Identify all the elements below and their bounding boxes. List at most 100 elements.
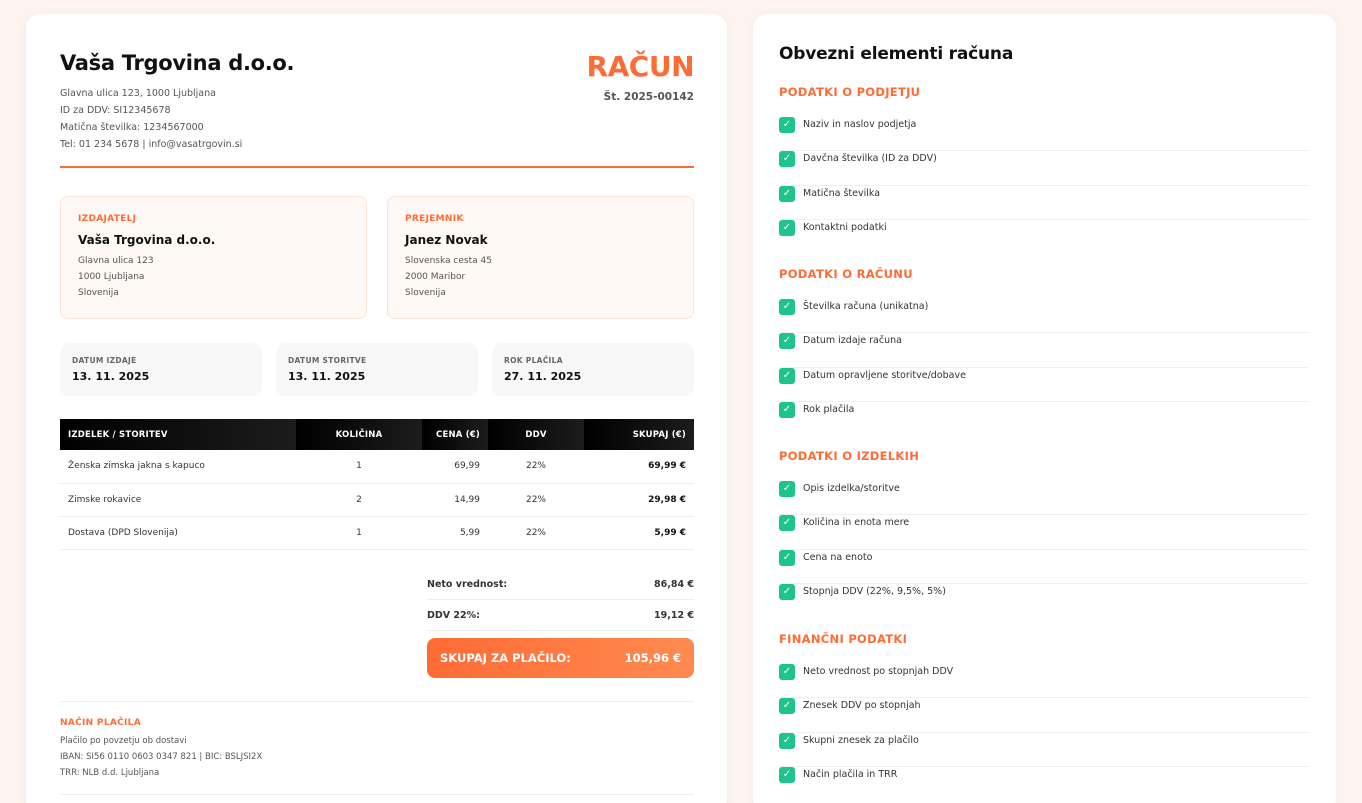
col-header-total: SKUPAJ (€): [584, 419, 694, 450]
section-heading: PODATKI O PODJETJU: [779, 85, 921, 99]
table-header-row: IZDELEK / STORITEV KOLIČINA CENA (€) DDV…: [60, 419, 694, 450]
cell-qty: 1: [296, 450, 422, 484]
vat-total-value: 19,12 €: [654, 610, 694, 621]
check-icon: ✓: [779, 481, 795, 497]
section-company: PODATKI O PODJETJU ✓ Naziv in naslov podj…: [779, 83, 1309, 254]
check-icon: ✓: [779, 401, 795, 418]
list-item: ✓ Znesek DDV po stopnjah: [779, 698, 1309, 733]
check-icon: ✓: [779, 583, 795, 600]
date-label: DATUM IZDAJE: [72, 356, 137, 365]
totals: Neto vrednost: 86,84 € DDV 22%: 19,12 € …: [427, 569, 694, 678]
cell-price: 69,99: [422, 450, 488, 484]
checklist-card: Obvezni elementi računa PODATKI O PODJET…: [753, 14, 1336, 803]
list-item-label: Neto vrednost po stopnjah DDV: [803, 666, 954, 677]
list-item: ✓ Matična številka: [779, 185, 1309, 220]
list-item-label: Rok plačila: [803, 403, 855, 415]
check-icon: ✓: [779, 219, 795, 236]
date-value: 27. 11. 2025: [504, 370, 582, 383]
date-label: ROK PLAČILA: [504, 356, 563, 365]
issuer-box: IZDAJATELJ Vaša Trgovina d.o.o. Glavna u…: [60, 196, 367, 319]
recipient-name: Janez Novak: [405, 233, 488, 247]
list-item: ✓ Neto vrednost po stopnjah DDV: [779, 664, 1309, 699]
check-icon: ✓: [779, 766, 795, 783]
list-item: ✓ Datum opravljene storitve/dobave: [779, 367, 1309, 402]
parties: IZDAJATELJ Vaša Trgovina d.o.o. Glavna u…: [60, 196, 694, 319]
check-icon: ✓: [779, 732, 795, 749]
list-item-label: Opis izdelka/storitve: [803, 483, 900, 494]
grand-total-value: 105,96 €: [624, 651, 681, 665]
list-item: ✓ Naziv in naslov podjetja: [779, 117, 1309, 152]
col-header-item: IZDELEK / STORITEV: [60, 419, 296, 450]
table-row: Dostava (DPD Slovenija) 1 5,99 22% 5,99 …: [60, 516, 694, 550]
payment-details: Plačilo po povzetju ob dostavi IBAN: SI5…: [60, 733, 694, 781]
recipient-box: PREJEMNIK Janez Novak Slovenska cesta 45…: [387, 196, 694, 319]
section-heading: PODATKI O RAČUNU: [779, 267, 913, 281]
table-row: Ženska zimska jakna s kapuco 1 69,99 22%…: [60, 450, 694, 484]
list-item-label: Cena na enoto: [803, 551, 873, 563]
payment-line: TRR: NLB d.d. Ljubljana: [60, 768, 160, 778]
date-value: 13. 11. 2025: [288, 370, 366, 383]
col-header-price: CENA (€): [422, 419, 488, 450]
list-item-label: Stopnja DDV (22%, 9,5%, 5%): [803, 585, 946, 597]
section-heading: PODATKI O IZDELKIH: [779, 449, 920, 463]
issuer-address: Glavna ulica 123 1000 Ljubljana Slovenij…: [78, 253, 366, 301]
date-service: DATUM STORITVE 13. 11. 2025: [276, 343, 478, 396]
list-item-label: Znesek DDV po stopnjah: [803, 700, 921, 712]
recipient-label: PREJEMNIK: [405, 214, 464, 224]
list-item-label: Številka računa (unikatna): [803, 301, 929, 312]
list-item: ✓ Stopnja DDV (22%, 9,5%, 5%): [779, 583, 1309, 618]
vat-total-label: DDV 22%:: [427, 610, 480, 621]
date-label: DATUM STORITVE: [288, 356, 367, 365]
cell-total: 5,99 €: [584, 516, 694, 550]
list-item-label: Davčna številka (ID za DDV): [803, 153, 937, 165]
recipient-line: Slovenija: [405, 288, 446, 298]
cell-item: Zimske rokavice: [60, 483, 296, 517]
issuer-line: Slovenija: [78, 288, 119, 298]
check-icon: ✓: [779, 299, 795, 315]
list-item-label: Datum opravljene storitve/dobave: [803, 369, 966, 381]
cell-item: Ženska zimska jakna s kapuco: [60, 450, 296, 484]
table-row: Zimske rokavice 2 14,99 22% 29,98 €: [60, 483, 694, 517]
net-total-row: Neto vrednost: 86,84 €: [427, 569, 694, 600]
list-item-label: Način plačila in TRR: [803, 768, 898, 780]
list-item-label: Naziv in naslov podjetja: [803, 119, 917, 130]
net-total-label: Neto vrednost:: [427, 579, 508, 590]
invoice-body: IZDAJATELJ Vaša Trgovina d.o.o. Glavna u…: [26, 14, 727, 803]
check-icon: ✓: [779, 151, 795, 168]
payment-line: Plačilo po povzetju ob dostavi: [60, 736, 187, 746]
date-issue: DATUM IZDAJE 13. 11. 2025: [60, 343, 262, 396]
divider: [60, 794, 694, 795]
col-header-vat: DDV: [488, 419, 584, 450]
check-icon: ✓: [779, 117, 795, 133]
check-icon: ✓: [779, 367, 795, 384]
cell-price: 5,99: [422, 516, 488, 550]
list-item: ✓ Opis izdelka/storitve: [779, 481, 1309, 516]
grand-total-box: SKUPAJ ZA PLAČILO: 105,96 €: [427, 638, 694, 678]
list-item: ✓ Cena na enoto: [779, 549, 1309, 584]
list-item: ✓ Datum izdaje računa: [779, 333, 1309, 368]
grand-total-label: SKUPAJ ZA PLAČILO:: [440, 651, 571, 665]
date-due: ROK PLAČILA 27. 11. 2025: [492, 343, 694, 396]
list-item-label: Kontaktni podatki: [803, 221, 887, 233]
cell-total: 29,98 €: [584, 483, 694, 517]
list-item: ✓ Način plačila in TRR: [779, 766, 1309, 801]
check-icon: ✓: [779, 698, 795, 715]
recipient-address: Slovenska cesta 45 2000 Maribor Slovenij…: [405, 253, 693, 301]
issuer-label: IZDAJATELJ: [78, 214, 137, 224]
payment-section: NAČIN PLAČILA Plačilo po povzetju ob dos…: [60, 701, 694, 781]
check-icon: ✓: [779, 664, 795, 680]
list-item: ✓ Skupni znesek za plačilo: [779, 732, 1309, 767]
net-total-value: 86,84 €: [654, 579, 694, 590]
items-table: IZDELEK / STORITEV KOLIČINA CENA (€) DDV…: [60, 419, 694, 550]
check-icon: ✓: [779, 333, 795, 350]
vat-total-row: DDV 22%: 19,12 €: [427, 600, 694, 631]
list-item-label: Matična številka: [803, 187, 881, 199]
col-header-qty: KOLIČINA: [296, 419, 422, 450]
recipient-line: Slovenska cesta 45: [405, 256, 492, 266]
issuer-line: 1000 Ljubljana: [78, 272, 145, 282]
list-item: ✓ Številka računa (unikatna): [779, 299, 1309, 334]
section-financial: FINANČNI PODATKI ✓ Neto vrednost po stopn…: [779, 630, 1309, 801]
list-item: ✓ Kontaktni podatki: [779, 219, 1309, 254]
list-item-label: Datum izdaje računa: [803, 335, 902, 347]
check-icon: ✓: [779, 549, 795, 566]
